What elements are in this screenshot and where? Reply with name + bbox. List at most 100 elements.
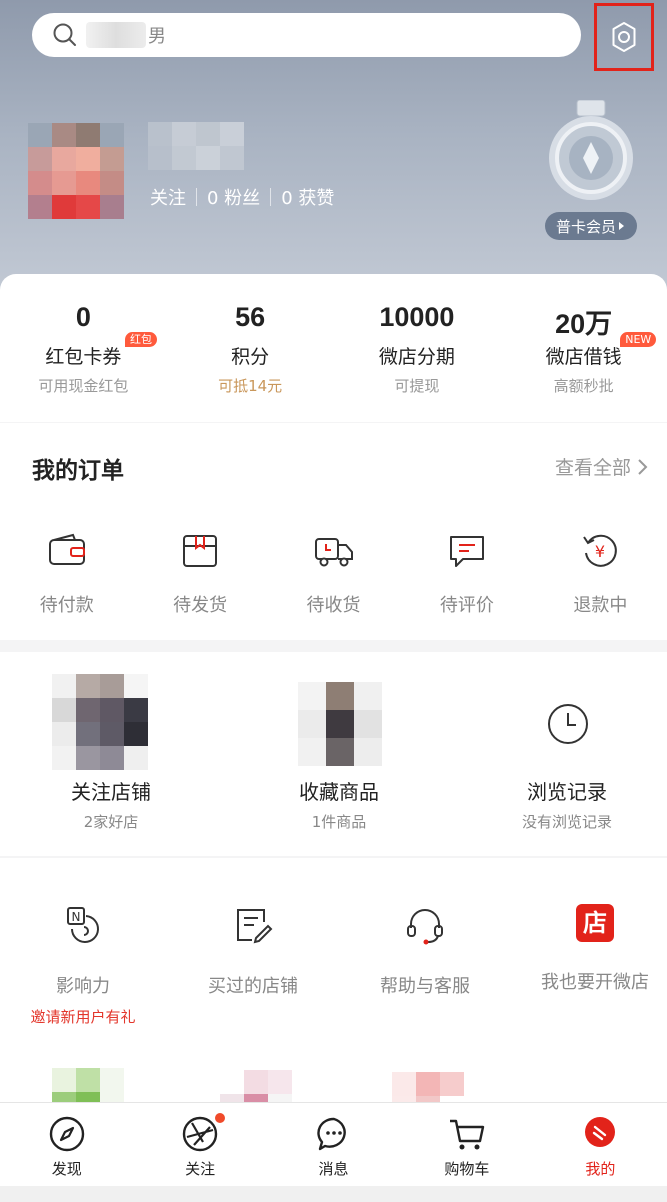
favorite-items[interactable]: 收藏商品 1件商品 xyxy=(249,776,429,832)
notification-dot xyxy=(215,1113,226,1123)
mosaic-tile xyxy=(148,122,172,146)
mosaic-tile xyxy=(326,682,354,710)
medal-icon[interactable] xyxy=(545,100,637,204)
profile-header: 男 关注 0 粉丝 0 获赞 普卡会员 xyxy=(0,0,667,300)
likes-stat[interactable]: 0 获赞 xyxy=(281,184,334,210)
mosaic-tile xyxy=(298,710,326,738)
aperture-icon xyxy=(182,1116,218,1152)
order-label: 待收货 xyxy=(306,595,361,616)
mosaic-tile xyxy=(76,123,100,147)
mosaic-tile xyxy=(392,1072,416,1096)
mosaic-tile xyxy=(28,123,52,147)
tab-follow[interactable]: 关注 xyxy=(133,1103,266,1186)
search-text: 男 xyxy=(148,26,166,47)
mosaic-tile xyxy=(354,682,382,710)
mosaic-tile xyxy=(148,146,172,170)
mosaic-tile xyxy=(52,147,76,171)
followed-shop-thumbnail[interactable] xyxy=(52,674,148,770)
package-icon xyxy=(183,535,218,567)
avatar[interactable] xyxy=(28,123,124,219)
mosaic-tile xyxy=(100,195,124,219)
tab-messages[interactable]: 消息 xyxy=(267,1103,400,1186)
mosaic-tile xyxy=(124,722,148,746)
mosaic-tile xyxy=(100,123,124,147)
mosaic-tile xyxy=(268,1070,292,1094)
tools-card: N 影响力 邀请新用户有礼 买过的店铺 帮助与客服 店 我也要开微店 xyxy=(0,858,667,1120)
stat-coupons[interactable]: 0 红包卡券 可用现金红包 红包 xyxy=(0,274,167,422)
mosaic-tile xyxy=(76,746,100,770)
tool-help-service[interactable]: 帮助与客服 xyxy=(340,904,510,998)
stat-value: 10000 xyxy=(379,302,455,332)
clock-icon[interactable] xyxy=(546,702,590,746)
order-pending-review[interactable]: 待评价 xyxy=(400,531,533,617)
headset-icon xyxy=(407,909,443,945)
tool-purchased-shops[interactable]: 买过的店铺 xyxy=(168,904,338,998)
mosaic-tile xyxy=(298,682,326,710)
member-label: 普卡会员 xyxy=(555,217,616,236)
tab-discover[interactable]: 发现 xyxy=(0,1103,133,1186)
mosaic-tile xyxy=(100,1068,124,1092)
invite-promo[interactable]: 邀请新用户有礼 xyxy=(0,1006,168,1027)
mosaic-tile xyxy=(52,1068,76,1092)
mosaic-tile xyxy=(416,1072,440,1096)
comment-icon xyxy=(449,536,484,567)
browse-history[interactable]: 浏览记录 没有浏览记录 xyxy=(477,776,657,832)
order-pending-shipment[interactable]: 待发货 xyxy=(133,531,266,617)
member-level-button[interactable]: 普卡会员 xyxy=(545,212,637,240)
truck-icon xyxy=(314,538,353,567)
settings-button[interactable] xyxy=(594,3,654,71)
stat-loan[interactable]: 20万 微店借钱 高额秒批 NEW xyxy=(500,274,667,422)
stat-sub: 可提现 xyxy=(394,377,440,395)
mosaic-tile xyxy=(76,674,100,698)
mosaic-tile xyxy=(52,722,76,746)
mosaic-tile xyxy=(124,698,148,722)
mosaic-tile xyxy=(196,122,220,146)
order-pending-receipt[interactable]: 待收货 xyxy=(267,531,400,617)
mosaic-tile xyxy=(76,1068,100,1092)
follow-stat[interactable]: 关注 xyxy=(150,184,186,210)
stat-points[interactable]: 56 积分 可抵14元 xyxy=(167,274,334,422)
mosaic-tile xyxy=(326,738,354,766)
mosaic-tile xyxy=(100,722,124,746)
tool-influence[interactable]: N 影响力 邀请新用户有礼 xyxy=(0,904,168,1027)
orders-card: 我的订单 查看全部 待付款 待发货 待收货 待评价 ¥ 退款中 xyxy=(0,423,667,640)
mosaic-tile xyxy=(28,195,52,219)
tool-title: 帮助与客服 xyxy=(380,976,470,997)
mosaic-tile xyxy=(100,171,124,195)
search-keyword-blur xyxy=(86,22,146,48)
stat-installment[interactable]: 10000 微店分期 可提现 xyxy=(334,274,501,422)
divider xyxy=(196,188,197,206)
fans-stat[interactable]: 0 粉丝 xyxy=(207,184,260,210)
wallet-icon xyxy=(48,533,85,565)
order-label: 退款中 xyxy=(573,595,628,616)
mosaic-tile xyxy=(354,710,382,738)
mosaic-tile xyxy=(52,195,76,219)
mosaic-tile xyxy=(220,146,244,170)
followed-shops[interactable]: 关注店铺 2家好店 xyxy=(21,776,201,832)
refund-icon: ¥ xyxy=(583,534,618,567)
mosaic-tile xyxy=(76,171,100,195)
tab-label: 购物车 xyxy=(444,1160,490,1178)
mosaic-tile xyxy=(76,722,100,746)
svg-text:¥: ¥ xyxy=(595,542,605,561)
tool-open-shop[interactable]: 店 我也要开微店 xyxy=(510,904,667,994)
tab-label: 消息 xyxy=(318,1160,349,1178)
mosaic-tile xyxy=(220,1070,244,1094)
view-all-label: 查看全部 xyxy=(554,457,631,479)
cart-icon xyxy=(449,1119,485,1150)
bottom-tab-bar: 发现 关注 消息 购物车 我的 xyxy=(0,1102,667,1186)
mosaic-tile xyxy=(100,746,124,770)
home-indicator-area xyxy=(0,1186,667,1202)
favorite-item-thumbnail[interactable] xyxy=(298,682,382,766)
view-all-orders-link[interactable]: 查看全部 xyxy=(555,453,653,480)
mosaic-tile xyxy=(244,1070,268,1094)
tab-me[interactable]: 我的 xyxy=(534,1103,667,1186)
search-bar[interactable]: 男 xyxy=(32,13,581,57)
order-pending-payment[interactable]: 待付款 xyxy=(0,531,133,617)
order-label: 待评价 xyxy=(439,595,494,616)
chevron-right-icon xyxy=(638,458,648,475)
mosaic-tile xyxy=(52,171,76,195)
order-refunding[interactable]: ¥ 退款中 xyxy=(534,531,667,617)
assets-card: 0 红包卡券 可用现金红包 红包 56 积分 可抵14元 10000 微店分期 … xyxy=(0,274,667,422)
tab-cart[interactable]: 购物车 xyxy=(400,1103,533,1186)
